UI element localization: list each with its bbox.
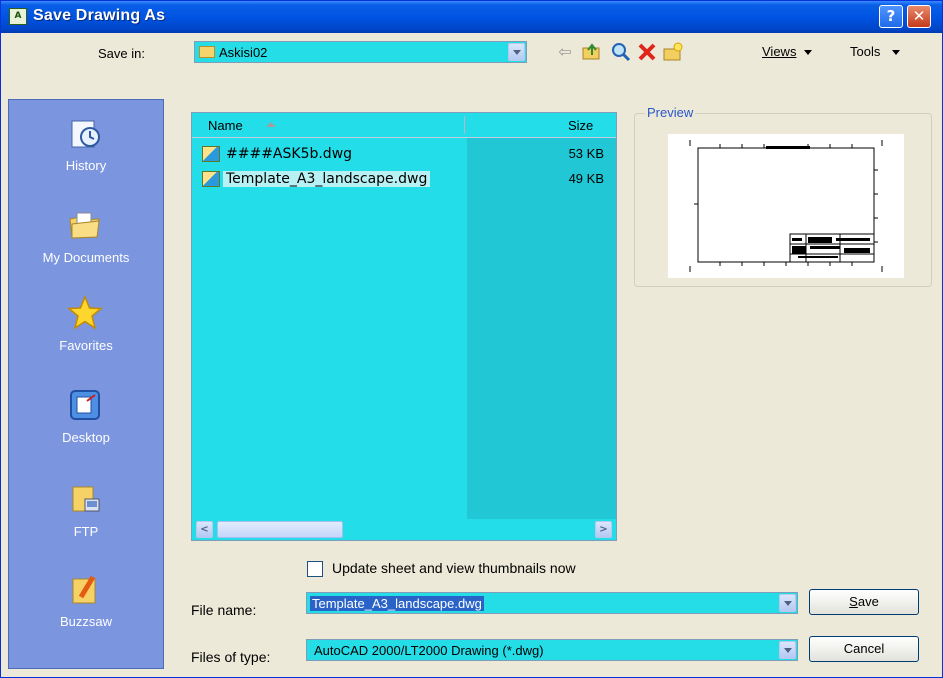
place-label: Favorites (59, 338, 113, 353)
autocad-app-icon: A (9, 8, 27, 25)
folder-icon (199, 46, 215, 58)
desktop-icon (70, 390, 100, 420)
size-column-header[interactable]: Size (568, 118, 593, 133)
chevron-down-icon[interactable] (779, 594, 796, 612)
scrollbar-thumb[interactable] (217, 521, 343, 538)
horizontal-scrollbar[interactable]: < > (192, 519, 616, 540)
file-name-label: File name: (191, 602, 257, 618)
place-label: Desktop (62, 430, 110, 445)
save-in-dropdown[interactable]: Askisi02 (194, 41, 527, 63)
name-column-header[interactable]: Name (208, 118, 243, 133)
buzzsaw-icon (72, 575, 96, 604)
tools-menu[interactable]: Tools (850, 44, 901, 59)
preview-group: Preview (634, 105, 932, 287)
my-documents-icon (69, 212, 100, 239)
place-history[interactable]: History (9, 103, 163, 191)
chevron-down-icon[interactable] (508, 43, 525, 61)
file-list-header: Name Size (192, 113, 616, 138)
files-of-type-dropdown[interactable]: AutoCAD 2000/LT2000 Drawing (*.dwg) (306, 639, 798, 661)
file-name-value: Template_A3_landscape.dwg (310, 596, 484, 611)
history-icon (71, 120, 100, 148)
delete-icon[interactable] (636, 41, 658, 63)
save-drawing-dialog: A Save Drawing As ? ✕ Save in: Askisi02 … (0, 0, 943, 678)
place-favorites[interactable]: Favorites (9, 283, 163, 371)
column-separator[interactable] (464, 116, 465, 134)
files-of-type-value: AutoCAD 2000/LT2000 Drawing (*.dwg) (314, 643, 544, 658)
place-buzzsaw[interactable]: Buzzsaw (9, 559, 163, 647)
place-label: My Documents (42, 250, 130, 265)
places-bar: History My Documents Favorites Desktop F… (8, 99, 164, 669)
views-caret-icon (804, 50, 813, 56)
views-label: Views (762, 44, 797, 59)
place-label: FTP (73, 524, 99, 539)
chevron-down-icon[interactable] (779, 641, 796, 659)
sort-ascending-icon (266, 122, 276, 127)
preview-label: Preview (645, 105, 696, 120)
back-arrow-icon[interactable]: ⇦ (554, 41, 576, 63)
update-thumbnails-label: Update sheet and view thumbnails now (332, 560, 576, 576)
title-bar[interactable]: A Save Drawing As ? ✕ (1, 1, 942, 33)
dwg-file-icon (202, 171, 220, 187)
dialog-title: Save Drawing As (33, 7, 166, 24)
file-name: Template_A3_landscape.dwg (223, 171, 431, 187)
file-row[interactable]: ####ASK5b.dwg 53 KB (200, 144, 610, 164)
help-button[interactable]: ? (879, 5, 903, 28)
scroll-right-button[interactable]: > (595, 521, 612, 538)
save-in-value: Askisi02 (219, 45, 268, 60)
file-size: 53 KB (568, 146, 604, 161)
file-size: 49 KB (568, 171, 604, 186)
save-in-label: Save in: (98, 46, 145, 61)
file-list[interactable]: Name Size ####ASK5b.dwg 53 KB Template_A… (191, 112, 617, 541)
new-folder-icon[interactable] (662, 41, 684, 63)
place-label: Buzzsaw (59, 614, 113, 629)
search-web-icon[interactable] (610, 41, 632, 63)
place-ftp[interactable]: FTP (9, 469, 163, 557)
file-name-input[interactable]: Template_A3_landscape.dwg (306, 592, 798, 614)
up-folder-icon[interactable] (581, 41, 603, 63)
tools-label: Tools (850, 44, 881, 59)
favorites-star-icon (67, 295, 103, 330)
cancel-button[interactable]: Cancel (809, 636, 919, 662)
scroll-left-button[interactable]: < (196, 521, 213, 538)
update-thumbnails-checkbox[interactable] (307, 561, 323, 577)
place-label: History (65, 158, 107, 173)
views-menu[interactable]: Views (762, 44, 813, 59)
dwg-file-icon (202, 146, 220, 162)
save-button-label: Save (849, 594, 879, 609)
file-row-selected[interactable]: Template_A3_landscape.dwg 49 KB (200, 169, 610, 189)
ftp-icon (72, 486, 100, 512)
file-name: ####ASK5b.dwg (226, 146, 353, 162)
files-of-type-label: Files of type: (191, 649, 271, 665)
cancel-button-label: Cancel (843, 641, 885, 656)
save-button[interactable]: Save (809, 589, 919, 615)
place-desktop[interactable]: Desktop (9, 375, 163, 463)
tools-caret-icon (892, 50, 901, 56)
close-button[interactable]: ✕ (907, 5, 931, 28)
drawing-preview-image (668, 134, 904, 278)
place-my-documents[interactable]: My Documents (9, 195, 163, 283)
